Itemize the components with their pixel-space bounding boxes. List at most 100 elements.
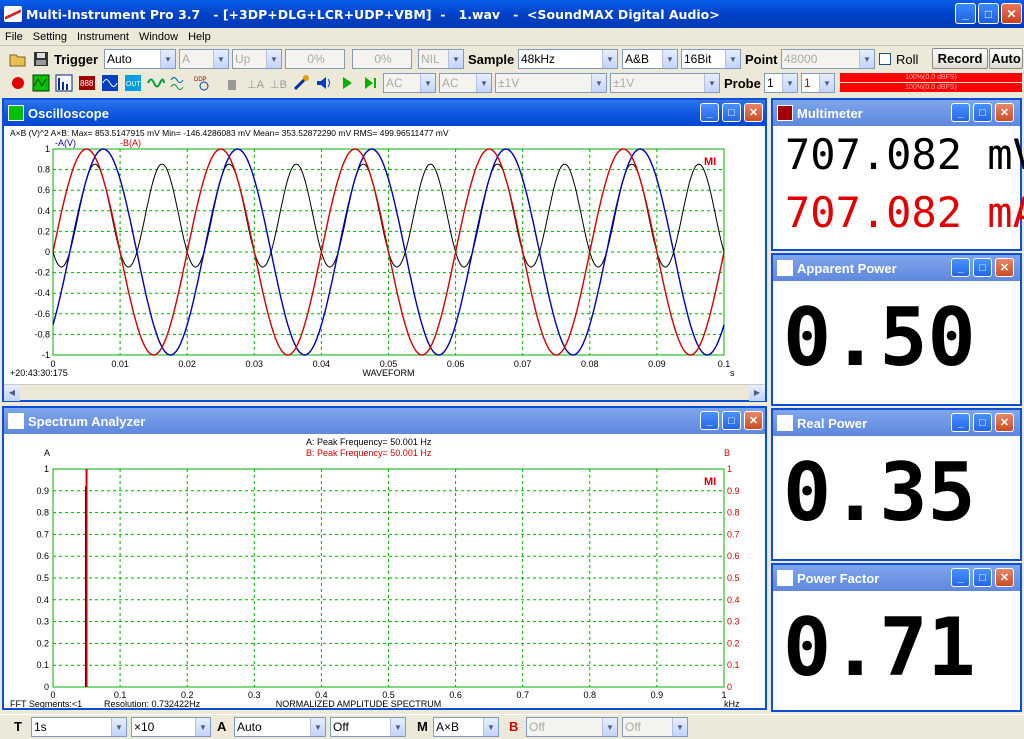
- coupling-b-value: AC: [442, 76, 459, 90]
- maximize-button[interactable]: □: [978, 3, 999, 24]
- multimeter-icon[interactable]: 888: [78, 74, 96, 92]
- minimize-button[interactable]: _: [955, 3, 976, 24]
- real-power-titlebar: Real Power _ □ ✕: [773, 410, 1020, 436]
- range-b-select[interactable]: ±1V ▼: [610, 73, 720, 93]
- ddp-viewer-icon: [777, 570, 793, 586]
- channel-a-offset-value: Off: [333, 720, 349, 734]
- auto-button[interactable]: Auto: [989, 48, 1023, 69]
- multimeter-minimize-button[interactable]: _: [951, 103, 970, 122]
- power-factor-maximize-button[interactable]: □: [973, 568, 992, 587]
- channel-a-mode-select[interactable]: Auto ▼: [234, 717, 326, 737]
- sweep-icon[interactable]: [170, 74, 188, 92]
- multimeter-maximize-button[interactable]: □: [973, 103, 992, 122]
- power-factor-close-button[interactable]: ✕: [995, 568, 1014, 587]
- x-tick-label: 0.8: [584, 690, 597, 700]
- output-icon[interactable]: OUT: [124, 74, 142, 92]
- spectrum-chart[interactable]: A: Peak Frequency= 50.001 HzB: Peak Freq…: [4, 434, 765, 708]
- menu-help[interactable]: Help: [183, 31, 216, 43]
- zoom-select[interactable]: ×10 ▼: [131, 717, 211, 737]
- spectrum-close-button[interactable]: ✕: [744, 411, 763, 430]
- trigger-mode-select[interactable]: Auto ▼: [104, 49, 176, 69]
- oscilloscope-minimize-button[interactable]: _: [700, 103, 719, 122]
- ddp-viewer-icon: [777, 260, 793, 276]
- probe-a-select[interactable]: 1 ▼: [764, 73, 798, 93]
- x-axis-label: NORMALIZED AMPLITUDE SPECTRUM: [276, 699, 442, 708]
- calibrate-icon[interactable]: [292, 74, 310, 92]
- step-play-icon[interactable]: [361, 74, 379, 92]
- apparent-power-maximize-button[interactable]: □: [973, 258, 992, 277]
- oscilloscope-chart[interactable]: A×B (V)^2 A×B: Max= 853.5147915 mV Min= …: [4, 126, 765, 384]
- trigger-level-input[interactable]: 0%: [285, 49, 345, 69]
- menu-file[interactable]: File: [0, 31, 28, 43]
- coupling-b-select[interactable]: AC ▼: [439, 73, 492, 93]
- y-tick-label-right: 0.9: [727, 486, 740, 496]
- points-select[interactable]: 48000 ▼: [781, 49, 875, 69]
- trigger-delay-input[interactable]: 0%: [352, 49, 412, 69]
- real-power-title: Real Power: [797, 415, 868, 431]
- mi-logo: MI: [704, 156, 716, 168]
- real-power-value: 0.35 W: [783, 446, 1024, 539]
- power-factor-minimize-button[interactable]: _: [951, 568, 970, 587]
- menu-setting[interactable]: Setting: [28, 31, 72, 43]
- spectrum-minimize-button[interactable]: _: [700, 411, 719, 430]
- trigger-edge-select[interactable]: Up ▼: [232, 49, 282, 69]
- oscilloscope-icon[interactable]: [32, 74, 50, 92]
- channel-b-offset-select[interactable]: Off ▼: [622, 717, 688, 737]
- math-mode-select[interactable]: A×B ▼: [433, 717, 499, 737]
- right-axis-label: B: [724, 448, 730, 458]
- spectrum-window: Spectrum Analyzer _ □ ✕ A: Peak Frequenc…: [2, 406, 767, 710]
- chevron-down-icon: ▼: [266, 50, 281, 68]
- close-button[interactable]: ✕: [1001, 3, 1022, 24]
- spectrum-icon[interactable]: [55, 74, 73, 92]
- real-power-minimize-button[interactable]: _: [951, 413, 970, 432]
- nil-select[interactable]: NIL ▼: [418, 49, 464, 69]
- y-tick-label-right: 0.7: [727, 529, 740, 539]
- generator-icon[interactable]: [101, 74, 119, 92]
- trigger-channel-select[interactable]: A ▼: [179, 49, 229, 69]
- y-tick-label-right: 0.5: [727, 573, 740, 583]
- save-disk-icon[interactable]: [32, 50, 50, 68]
- oscilloscope-maximize-button[interactable]: □: [722, 103, 741, 122]
- timebase-select[interactable]: 1s ▼: [31, 717, 127, 737]
- apparent-power-minimize-button[interactable]: _: [951, 258, 970, 277]
- menu-instrument[interactable]: Instrument: [72, 31, 134, 43]
- oscilloscope-scrollbar[interactable]: ◀ ▶: [4, 384, 765, 401]
- apparent-power-close-button[interactable]: ✕: [995, 258, 1014, 277]
- scroll-left-icon[interactable]: ◀: [4, 385, 20, 401]
- x-tick-label: 0.09: [648, 359, 666, 369]
- roll-checkbox[interactable]: [879, 53, 891, 65]
- menu-bar: File Setting Instrument Window Help: [0, 28, 1024, 46]
- real-power-close-button[interactable]: ✕: [995, 413, 1014, 432]
- bit-depth-select[interactable]: 16Bit ▼: [681, 49, 741, 69]
- waveform-icon[interactable]: [147, 74, 165, 92]
- scroll-right-icon[interactable]: ▶: [749, 385, 765, 401]
- cursor-a-icon[interactable]: ⊥A: [246, 74, 264, 92]
- y-tick-label-left: 0.1: [36, 660, 49, 670]
- probe-b-select[interactable]: 1 ▼: [801, 73, 835, 93]
- ddp-viewer-icon[interactable]: DDP: [193, 74, 211, 92]
- multimeter-close-button[interactable]: ✕: [995, 103, 1014, 122]
- record-icon[interactable]: [9, 74, 27, 92]
- channel-b-mode-value: Off: [529, 720, 545, 734]
- channel-b-mode-select[interactable]: Off ▼: [526, 717, 618, 737]
- svg-text:OUT: OUT: [126, 81, 142, 88]
- coupling-a-select[interactable]: AC ▼: [383, 73, 436, 93]
- real-power-maximize-button[interactable]: □: [973, 413, 992, 432]
- chevron-down-icon: ▼: [420, 74, 435, 92]
- oscilloscope-close-button[interactable]: ✕: [744, 103, 763, 122]
- spectrum-maximize-button[interactable]: □: [722, 411, 741, 430]
- menu-window[interactable]: Window: [134, 31, 183, 43]
- x-tick-label: 0.04: [313, 359, 331, 369]
- probe-label: Probe: [724, 76, 761, 91]
- play-icon[interactable]: [338, 74, 356, 92]
- sample-rate-select[interactable]: 48kHz ▼: [518, 49, 618, 69]
- range-a-select[interactable]: ±1V ▼: [495, 73, 607, 93]
- record-button[interactable]: Record: [932, 48, 988, 69]
- channel-a-offset-select[interactable]: Off ▼: [330, 717, 406, 737]
- probe-tool-icon[interactable]: [223, 74, 241, 92]
- speaker-icon[interactable]: [315, 74, 333, 92]
- y-tick-label-right: 0: [727, 682, 732, 692]
- channels-select[interactable]: A&B ▼: [622, 49, 678, 69]
- open-folder-icon[interactable]: [9, 50, 27, 68]
- cursor-b-icon[interactable]: ⊥B: [269, 74, 287, 92]
